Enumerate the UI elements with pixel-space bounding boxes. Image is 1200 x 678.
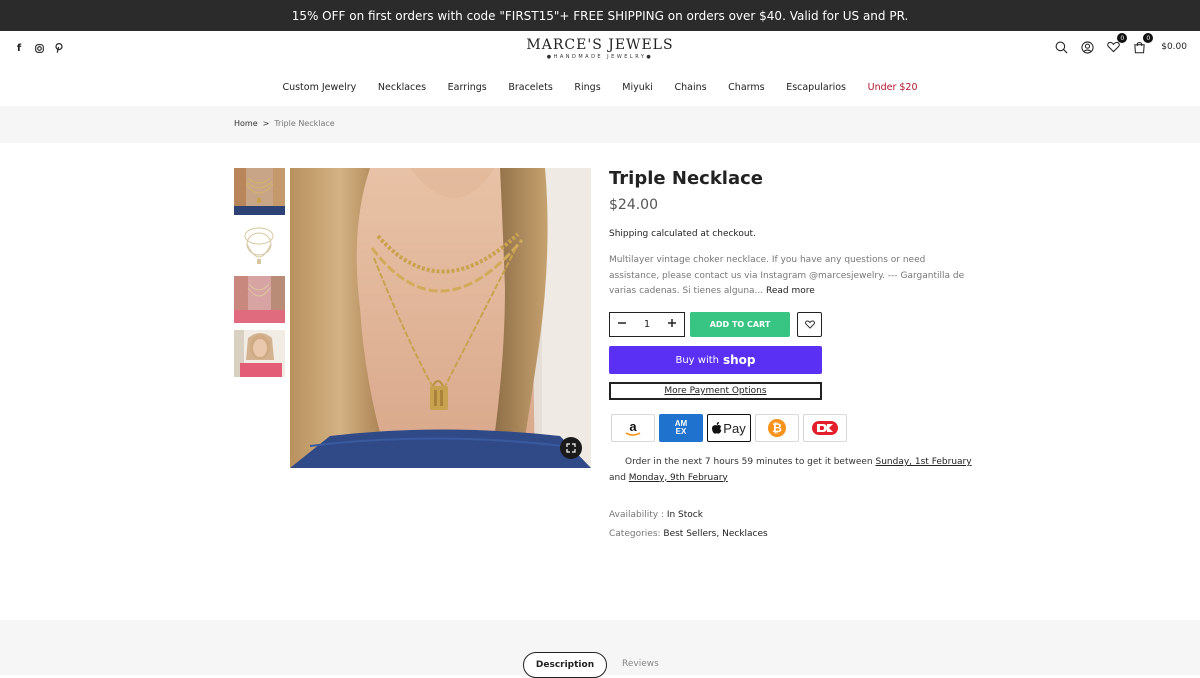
minus-icon[interactable]: [618, 319, 626, 330]
zoom-button[interactable]: [560, 437, 582, 459]
payment-icons: a AM EX Pay ₿: [611, 414, 847, 442]
cart-icon[interactable]: 0: [1131, 33, 1154, 55]
breadcrumb-separator: >: [262, 119, 270, 128]
quantity-value[interactable]: 1: [644, 319, 650, 330]
delivery-estimate: Order in the next 7 hours 59 minutes to …: [609, 455, 989, 486]
amex-label: AM EX: [674, 419, 688, 436]
nav-chains[interactable]: Chains: [664, 82, 718, 93]
tab-description[interactable]: Description: [523, 652, 607, 678]
amazon-pay-icon: a: [611, 414, 655, 442]
site-header: f MARCE'S JEWELS ●HANDMADE JEWELRY● 0 0 …: [0, 31, 1200, 106]
logo-title: MARCE'S JEWELS: [526, 37, 674, 53]
expand-icon: [566, 443, 576, 453]
wishlist-icon[interactable]: 0: [1105, 33, 1128, 55]
availability-value: In Stock: [666, 510, 703, 520]
delivery-date-end: Monday, 9th February: [628, 472, 728, 483]
categories-value[interactable]: Best Sellers, Necklaces: [663, 529, 767, 539]
nav-earrings[interactable]: Earrings: [437, 82, 498, 93]
quantity-stepper[interactable]: 1: [609, 312, 685, 337]
delivery-text-2: and: [609, 472, 629, 483]
add-to-cart-button[interactable]: ADD TO CART: [690, 312, 790, 337]
bitcoin-icon: ₿: [755, 414, 799, 442]
search-icon[interactable]: [1053, 39, 1069, 55]
wishlist-count: 0: [1117, 33, 1128, 43]
more-payment-options-button[interactable]: More Payment Options: [609, 382, 822, 400]
buy-with-label: Buy with: [675, 354, 719, 366]
breadcrumb-home[interactable]: Home: [234, 119, 258, 128]
product-tabs: Description Reviews: [0, 620, 1200, 678]
nav-custom-jewelry[interactable]: Custom Jewelry: [272, 82, 367, 93]
breadcrumb-current: Triple Necklace: [274, 119, 335, 128]
product-main-image[interactable]: [290, 168, 591, 468]
add-to-wishlist-button[interactable]: [797, 312, 822, 337]
announcement-text: 15% OFF on first orders with code "FIRST…: [291, 8, 909, 23]
shop-pay-logo: shop: [722, 353, 756, 367]
thumbnail-2[interactable]: [234, 222, 285, 269]
account-icon[interactable]: [1079, 39, 1095, 55]
categories: Categories: Best Sellers, Necklaces: [609, 529, 768, 539]
cart-count: 0: [1143, 33, 1154, 43]
main-nav: Custom Jewelry Necklaces Earrings Bracel…: [0, 82, 1200, 93]
nav-necklaces[interactable]: Necklaces: [367, 82, 437, 93]
availability: Availability : In Stock: [609, 510, 703, 520]
cart-total[interactable]: $0.00: [1161, 42, 1187, 52]
thumbnail-1[interactable]: [234, 168, 285, 215]
announcement-bar: 15% OFF on first orders with code "FIRST…: [0, 0, 1200, 31]
tab-reviews[interactable]: Reviews: [622, 659, 659, 669]
nav-bracelets[interactable]: Bracelets: [498, 82, 564, 93]
thumbnail-4[interactable]: [234, 330, 285, 377]
svg-text:₿: ₿: [772, 421, 782, 435]
nav-miyuki[interactable]: Miyuki: [611, 82, 663, 93]
shipping-note: Shipping calculated at checkout.: [609, 229, 756, 239]
product-description: Multilayer vintage choker necklace. If y…: [609, 253, 969, 300]
product-info: Triple Necklace $24.00 Shipping calculat…: [609, 168, 972, 539]
dankort-icon: [803, 414, 847, 442]
read-more-link[interactable]: Read more: [766, 286, 815, 296]
buy-row: 1 ADD TO CART: [609, 312, 822, 337]
site-logo[interactable]: MARCE'S JEWELS ●HANDMADE JEWELRY●: [0, 37, 1200, 60]
apple-pay-icon: Pay: [707, 414, 751, 442]
delivery-text-1: Order in the next 7 hours 59 minutes to …: [625, 457, 876, 467]
categories-label: Categories:: [609, 529, 664, 539]
plus-icon[interactable]: [668, 319, 676, 330]
product-thumbnails: [234, 168, 285, 384]
thumbnail-3[interactable]: [234, 276, 285, 323]
heart-icon: [804, 320, 815, 329]
product-price: $24.00: [609, 197, 658, 213]
svg-text:a: a: [629, 419, 637, 434]
delivery-date-start: Sunday, 1st February: [875, 457, 972, 467]
breadcrumb-bar: Home > Triple Necklace: [0, 106, 1200, 143]
nav-escapularios[interactable]: Escapularios: [775, 82, 856, 93]
nav-under-20[interactable]: Under $20: [857, 82, 929, 93]
breadcrumb: Home > Triple Necklace: [234, 119, 335, 128]
logo-tagline: ●HANDMADE JEWELRY●: [546, 54, 654, 60]
availability-label: Availability :: [609, 510, 667, 520]
header-icons: 0 0 $0.00: [1053, 33, 1187, 55]
amex-icon: AM EX: [659, 414, 703, 442]
shop-pay-button[interactable]: Buy with shop: [609, 346, 822, 374]
nav-charms[interactable]: Charms: [717, 82, 775, 93]
nav-rings[interactable]: Rings: [564, 82, 612, 93]
product-title: Triple Necklace: [609, 168, 763, 189]
apple-pay-label: Pay: [723, 420, 746, 436]
